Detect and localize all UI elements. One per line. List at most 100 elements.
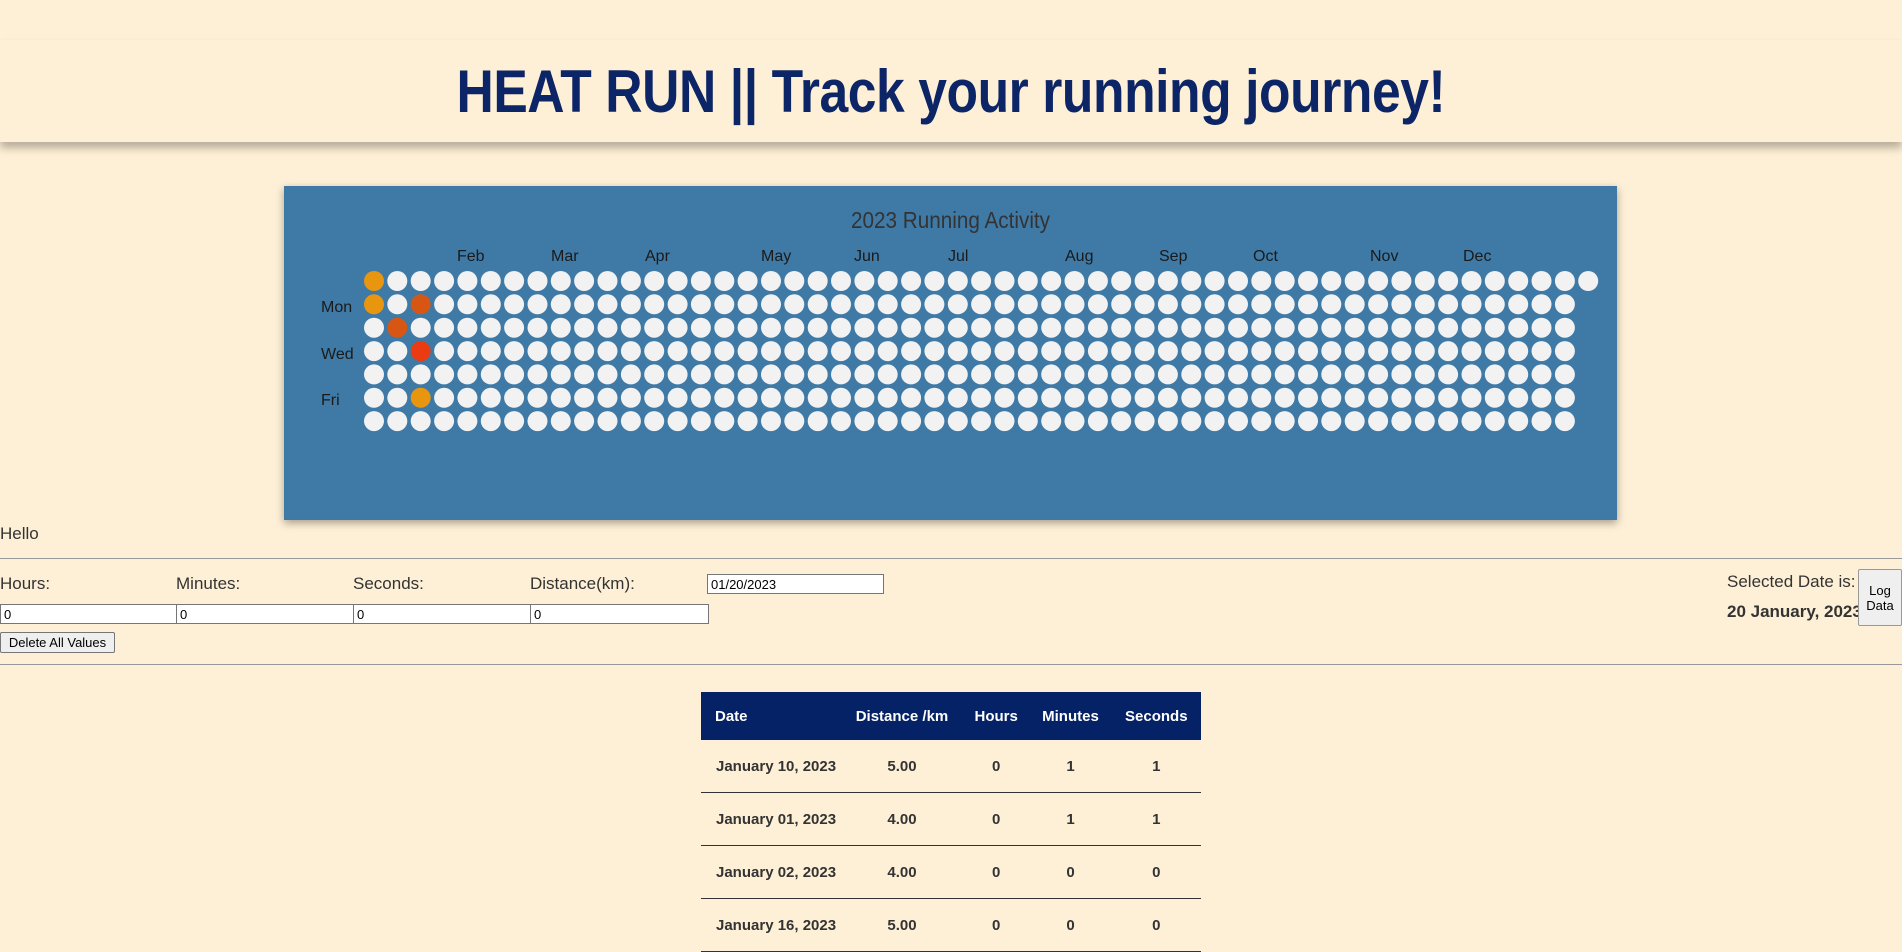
day-cell[interactable]	[1554, 341, 1575, 362]
day-cell[interactable]	[1181, 317, 1202, 338]
day-cell[interactable]	[924, 411, 945, 432]
day-cell[interactable]	[504, 364, 525, 385]
day-cell[interactable]	[410, 271, 431, 291]
day-cell[interactable]	[434, 341, 455, 362]
day-cell[interactable]	[480, 271, 501, 291]
day-cell[interactable]	[1041, 317, 1062, 338]
day-cell[interactable]	[1461, 341, 1482, 362]
day-cell[interactable]	[387, 294, 408, 315]
day-cell[interactable]	[1274, 294, 1295, 315]
day-cell[interactable]	[527, 317, 548, 338]
activity-day-cell[interactable]	[387, 317, 408, 338]
day-cell[interactable]	[1368, 364, 1389, 385]
day-cell[interactable]	[971, 364, 992, 385]
day-cell[interactable]	[1087, 411, 1108, 432]
day-cell[interactable]	[667, 294, 688, 315]
day-cell[interactable]	[1157, 317, 1178, 338]
day-cell[interactable]	[994, 341, 1015, 362]
activity-day-cell[interactable]	[410, 387, 431, 408]
day-cell[interactable]	[364, 411, 384, 432]
day-cell[interactable]	[690, 341, 711, 362]
day-cell[interactable]	[737, 387, 758, 408]
day-cell[interactable]	[1438, 387, 1459, 408]
day-cell[interactable]	[1157, 364, 1178, 385]
day-cell[interactable]	[1298, 387, 1318, 408]
day-cell[interactable]	[714, 271, 735, 291]
day-cell[interactable]	[714, 364, 735, 385]
day-cell[interactable]	[574, 317, 595, 338]
day-cell[interactable]	[667, 341, 688, 362]
day-cell[interactable]	[1251, 387, 1272, 408]
day-cell[interactable]	[1414, 317, 1435, 338]
day-cell[interactable]	[410, 411, 431, 432]
day-cell[interactable]	[1134, 387, 1155, 408]
day-cell[interactable]	[1041, 294, 1062, 315]
day-cell[interactable]	[1228, 341, 1248, 362]
day-cell[interactable]	[1017, 294, 1038, 315]
day-cell[interactable]	[784, 364, 805, 385]
day-cell[interactable]	[854, 317, 875, 338]
day-cell[interactable]	[1461, 271, 1482, 291]
day-cell[interactable]	[854, 341, 875, 362]
day-cell[interactable]	[924, 271, 945, 291]
activity-day-cell[interactable]	[364, 294, 384, 315]
day-cell[interactable]	[1438, 364, 1459, 385]
day-cell[interactable]	[831, 411, 851, 432]
day-cell[interactable]	[1554, 294, 1575, 315]
activity-day-cell[interactable]	[410, 341, 431, 362]
day-cell[interactable]	[924, 387, 945, 408]
day-cell[interactable]	[1298, 294, 1318, 315]
day-cell[interactable]	[877, 341, 898, 362]
day-cell[interactable]	[924, 294, 945, 315]
day-cell[interactable]	[947, 294, 968, 315]
day-cell[interactable]	[410, 364, 431, 385]
day-cell[interactable]	[1181, 411, 1202, 432]
day-cell[interactable]	[971, 387, 992, 408]
day-cell[interactable]	[1087, 387, 1108, 408]
day-cell[interactable]	[1251, 411, 1272, 432]
day-cell[interactable]	[667, 411, 688, 432]
day-cell[interactable]	[1017, 387, 1038, 408]
day-cell[interactable]	[644, 364, 665, 385]
day-cell[interactable]	[1087, 364, 1108, 385]
day-cell[interactable]	[1157, 271, 1178, 291]
day-cell[interactable]	[784, 317, 805, 338]
day-cell[interactable]	[877, 411, 898, 432]
day-cell[interactable]	[1274, 364, 1295, 385]
day-cell[interactable]	[434, 387, 455, 408]
day-cell[interactable]	[854, 364, 875, 385]
day-cell[interactable]	[1064, 411, 1085, 432]
hours-input[interactable]	[0, 604, 179, 624]
day-cell[interactable]	[1204, 294, 1225, 315]
day-cell[interactable]	[644, 341, 665, 362]
day-cell[interactable]	[667, 364, 688, 385]
day-cell[interactable]	[434, 364, 455, 385]
day-cell[interactable]	[971, 411, 992, 432]
day-cell[interactable]	[527, 294, 548, 315]
day-cell[interactable]	[784, 341, 805, 362]
day-cell[interactable]	[597, 317, 618, 338]
day-cell[interactable]	[690, 271, 711, 291]
day-cell[interactable]	[714, 411, 735, 432]
day-cell[interactable]	[1344, 317, 1365, 338]
day-cell[interactable]	[831, 271, 851, 291]
day-cell[interactable]	[854, 294, 875, 315]
day-cell[interactable]	[1017, 271, 1038, 291]
day-cell[interactable]	[527, 341, 548, 362]
day-cell[interactable]	[1344, 294, 1365, 315]
day-cell[interactable]	[877, 364, 898, 385]
day-cell[interactable]	[1251, 294, 1272, 315]
day-cell[interactable]	[761, 411, 781, 432]
day-cell[interactable]	[690, 294, 711, 315]
day-cell[interactable]	[831, 387, 851, 408]
day-cell[interactable]	[1228, 364, 1248, 385]
day-cell[interactable]	[1134, 411, 1155, 432]
day-cell[interactable]	[1508, 294, 1529, 315]
day-cell[interactable]	[644, 317, 665, 338]
day-cell[interactable]	[574, 341, 595, 362]
activity-day-cell[interactable]	[364, 271, 384, 291]
day-cell[interactable]	[527, 411, 548, 432]
day-cell[interactable]	[831, 341, 851, 362]
col-minutes[interactable]: Minutes	[1029, 692, 1112, 740]
day-cell[interactable]	[387, 271, 408, 291]
